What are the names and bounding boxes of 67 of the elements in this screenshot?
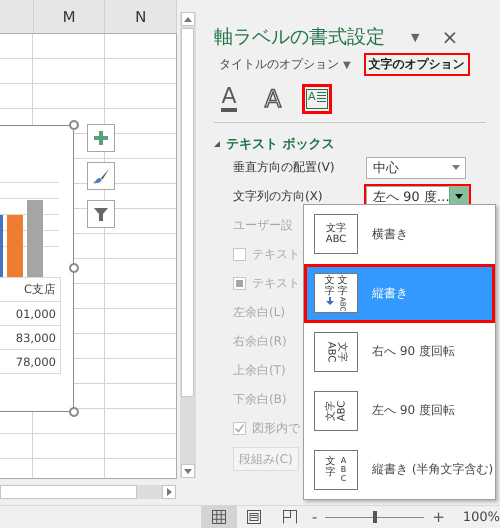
page-icon bbox=[247, 510, 262, 524]
view-button[interactable] bbox=[200, 506, 237, 528]
page-break-icon bbox=[283, 510, 298, 524]
dropdown[interactable]: 中心 bbox=[366, 156, 466, 178]
chart-tool-button[interactable] bbox=[87, 200, 115, 228]
table-cell: C支店 bbox=[0, 278, 61, 302]
chart-bar bbox=[7, 215, 23, 277]
expand-icon[interactable] bbox=[214, 141, 220, 147]
table-cell: 78,000 bbox=[0, 350, 61, 374]
field-label: 左余白(L) bbox=[233, 304, 286, 321]
icon-label: 文字 bbox=[338, 275, 348, 297]
up-arrow-icon bbox=[184, 16, 192, 22]
field-label: 文字列の方向(X) bbox=[233, 188, 324, 205]
close-button[interactable]: × bbox=[441, 25, 458, 49]
icon-label: ABC bbox=[336, 400, 347, 422]
down-arrow-icon bbox=[184, 468, 192, 474]
zoom-out-button[interactable]: - bbox=[308, 508, 322, 526]
field-label: 下余白(B) bbox=[233, 391, 287, 408]
chart-tool-button[interactable] bbox=[87, 124, 115, 152]
table-cell: 01,000 bbox=[0, 302, 61, 326]
icon-label: 文字 bbox=[326, 223, 346, 234]
textbox-icon: A bbox=[306, 89, 328, 109]
chart-area[interactable]: C支店 01,000 83,000 78,000 bbox=[0, 125, 74, 412]
column-header[interactable]: M bbox=[34, 0, 106, 33]
caret-icon bbox=[452, 165, 460, 170]
checkbox-label: テキスト bbox=[252, 275, 300, 292]
checkbox-label: テキスト bbox=[252, 246, 300, 263]
pane-title: 軸ラベルの書式設定 bbox=[214, 25, 385, 50]
brush-icon bbox=[92, 168, 110, 184]
down-arrow-icon bbox=[326, 297, 334, 305]
menu-item[interactable]: 文字 ABC 左へ 90 度回転 bbox=[304, 381, 495, 440]
icon-label: 文字 bbox=[324, 275, 334, 297]
plus-icon bbox=[93, 130, 109, 146]
table-cell: 83,000 bbox=[0, 326, 61, 350]
caret-icon bbox=[455, 194, 463, 199]
zoom-level: 100% bbox=[462, 510, 500, 524]
field-label: 垂直方向の配置(V) bbox=[233, 159, 336, 176]
menu-item[interactable]: 文字 ABC 右へ 90 度回転 bbox=[304, 322, 495, 382]
menu-item[interactable]: 文字 ABC 横書き bbox=[304, 205, 495, 264]
icon-tab[interactable]: A bbox=[214, 84, 244, 114]
grid-icon bbox=[212, 510, 226, 524]
options-tab[interactable]: 文字のオプション bbox=[364, 52, 470, 76]
text-outline-icon: A bbox=[264, 87, 282, 111]
pane-menu-button[interactable]: ▼ bbox=[411, 30, 420, 44]
icon-label: 文字 bbox=[326, 456, 336, 478]
icon-tab[interactable]: A bbox=[302, 84, 332, 114]
field-label: ユーザー設 bbox=[233, 217, 293, 234]
field-label: 上余白(T) bbox=[233, 362, 286, 379]
slider-thumb[interactable] bbox=[372, 511, 377, 523]
zoom-in-button[interactable]: + bbox=[428, 508, 449, 526]
chart-bar bbox=[0, 215, 3, 277]
column-header[interactable]: N bbox=[105, 0, 177, 33]
horizontal-scrollbar[interactable] bbox=[0, 485, 176, 499]
filter-icon bbox=[93, 206, 109, 222]
icon-label: ABC bbox=[326, 234, 346, 246]
field-label: 右余白(R) bbox=[233, 333, 287, 350]
options-tab[interactable]: タイトルのオプション ▼ bbox=[214, 52, 356, 76]
icon-label: 文字 bbox=[325, 400, 336, 421]
right-arrow-icon bbox=[166, 488, 172, 496]
chart-tool-button[interactable] bbox=[87, 162, 115, 190]
icon-label: ABC bbox=[325, 342, 336, 362]
vertical-scrollbar[interactable] bbox=[180, 12, 196, 478]
section-header[interactable]: テキスト ボックス bbox=[226, 135, 335, 153]
icon-label: ABC bbox=[340, 456, 346, 484]
checkbox-label: 図形内で bbox=[252, 420, 300, 437]
icon-label: 文字 bbox=[336, 342, 347, 362]
icon-tab[interactable]: A bbox=[258, 84, 288, 114]
